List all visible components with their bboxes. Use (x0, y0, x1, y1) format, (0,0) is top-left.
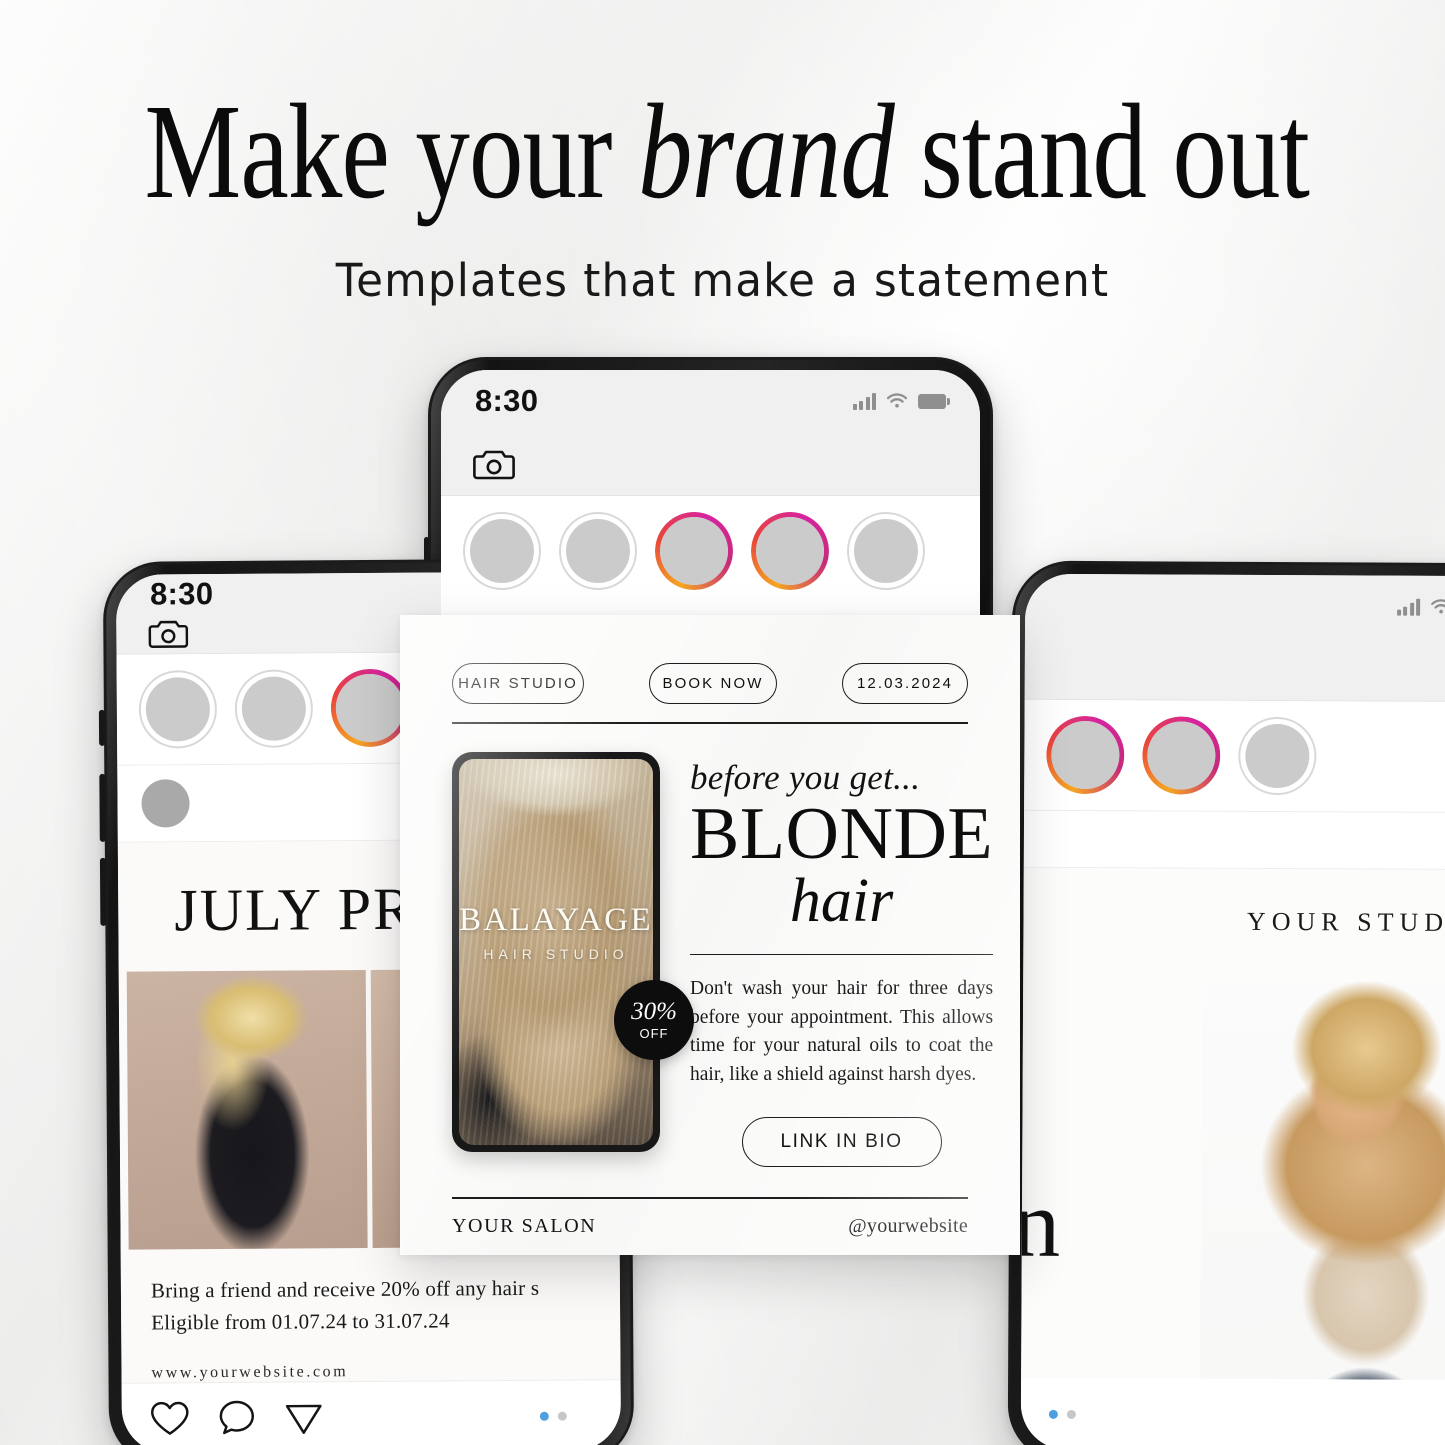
salon-photo (126, 970, 368, 1250)
camera-icon[interactable] (148, 616, 189, 650)
inner-phone-mockup: BALAYAGE HAIR STUDIO 30% OFF (452, 752, 694, 1152)
story-avatar-unseen[interactable] (655, 512, 733, 590)
pill-date[interactable]: 12.03.2024 (842, 663, 968, 704)
mute-button[interactable] (98, 709, 106, 746)
signal-bars-icon (1396, 598, 1421, 616)
link-in-bio-button[interactable]: LINK IN BIO (741, 1117, 942, 1168)
template-preview-card: HAIR STUDIO BOOK NOW 12.03.2024 BALAYAGE… (400, 615, 1020, 1255)
card-footer-left: YOUR SALON (452, 1214, 597, 1237)
paper-plane-icon[interactable] (284, 1398, 324, 1436)
carousel-dots (539, 1411, 567, 1421)
avatar[interactable] (141, 779, 190, 828)
story-avatar[interactable] (1238, 716, 1317, 796)
story-avatar[interactable] (138, 670, 218, 749)
pill-hair-studio[interactable]: HAIR STUDIO (452, 663, 584, 704)
card-copy-text: Don't wash your hair for three days befo… (690, 978, 994, 1085)
card-title-line-2: hair (789, 867, 894, 936)
discount-badge: 30% OFF (614, 980, 694, 1060)
brand-tagline: HAIR STUDIO (483, 945, 629, 962)
story-avatar[interactable] (559, 512, 637, 590)
pill-book-now[interactable]: BOOK NOW (649, 663, 777, 704)
phone-right-camera-row (1024, 635, 1445, 703)
promo-copy-line: Eligible from 01.07.24 to 31.07.24 (151, 1307, 450, 1335)
page-subtitle: Templates that make a statement (335, 254, 1110, 307)
phone-right-screen: YOUR STUDIO tion RE? see vice. most a lo… (1020, 573, 1445, 1445)
headline-fragment: tion (1021, 1169, 1060, 1277)
phone-right-stories-row (1024, 699, 1445, 813)
status-time: 8:30 (149, 575, 214, 612)
card-text-divider (690, 954, 994, 956)
phone-right-status-bar (1024, 573, 1445, 639)
inner-phone-screen: BALAYAGE HAIR STUDIO (459, 759, 653, 1145)
volume-down-button[interactable] (99, 857, 107, 926)
card-body: BALAYAGE HAIR STUDIO 30% OFF before you … (400, 724, 1020, 1168)
page-title-emphasis: brand (638, 77, 895, 227)
page-title-pre: Make your (144, 77, 639, 227)
wifi-icon (1431, 599, 1445, 614)
story-avatar-unseen[interactable] (331, 669, 410, 748)
card-text-column: before you get... BLONDE hair Don't wash… (690, 752, 994, 1168)
phone-top-camera-row (441, 432, 980, 496)
phone-top-status-bar: 8:30 (441, 370, 980, 432)
studio-label: YOUR STUDIO (1246, 906, 1445, 938)
promo-copy-line: Bring a friend and receive 20% off any h… (150, 1275, 540, 1303)
phone-right-post-body: YOUR STUDIO tion RE? see vice. most a lo… (1021, 867, 1445, 1381)
card-pill-row: HAIR STUDIO BOOK NOW 12.03.2024 (400, 615, 1020, 704)
carousel-dots (1048, 1409, 1076, 1419)
card-eyebrow: before you get... (690, 758, 921, 797)
story-avatar-unseen[interactable] (1142, 716, 1220, 794)
card-footer: YOUR SALON @yourwebsite (400, 1199, 1020, 1238)
phone-right-action-bar (1020, 1377, 1445, 1445)
story-avatar[interactable] (234, 669, 314, 748)
model-photo (1199, 980, 1445, 1381)
wifi-icon (886, 393, 908, 408)
comment-icon[interactable] (218, 1399, 256, 1437)
heart-icon[interactable] (150, 1400, 190, 1436)
story-avatar-unseen[interactable] (1046, 716, 1124, 794)
status-icons (852, 392, 950, 410)
story-avatar-unseen[interactable] (751, 512, 829, 590)
camera-icon[interactable] (473, 446, 515, 482)
phone-top-stories-row (441, 496, 980, 606)
phone-right-post-header (1023, 809, 1445, 871)
battery-icon (918, 393, 950, 409)
signal-bars-icon (852, 392, 876, 410)
discount-label: OFF (639, 1026, 669, 1041)
brand-name: BALAYAGE (459, 901, 653, 938)
card-title-line-1: BLONDE (690, 793, 994, 875)
card-footer-right: @yourwebsite (848, 1214, 968, 1237)
story-avatar[interactable] (463, 512, 541, 590)
phone-left-action-bar (121, 1379, 622, 1445)
post-actions (150, 1398, 324, 1437)
brand-overlay: BALAYAGE HAIR STUDIO (459, 902, 653, 962)
page-title: Make your brand stand out (145, 84, 1310, 220)
card-copy: Don't wash your hair for three days befo… (690, 975, 993, 1089)
story-avatar[interactable] (847, 512, 925, 590)
phone-mockup-right: YOUR STUDIO tion RE? see vice. most a lo… (1007, 560, 1445, 1445)
discount-value: 30% (631, 998, 677, 1025)
status-time: 8:30 (475, 383, 539, 418)
promo-copy: Bring a friend and receive 20% off any h… (121, 1246, 621, 1382)
volume-up-button[interactable] (99, 773, 106, 842)
status-icons (1396, 598, 1445, 616)
page-title-post: stand out (894, 77, 1310, 227)
page-header: Make your brand stand out Templates that… (0, 0, 1445, 307)
